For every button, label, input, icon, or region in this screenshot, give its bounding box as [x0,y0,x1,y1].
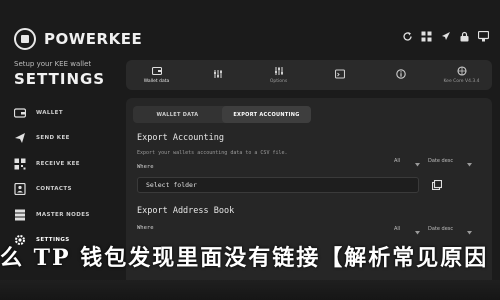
chevron-down-icon [415,152,420,171]
filter-value: All [394,158,401,164]
address-sort-dropdown[interactable]: Date desc [428,224,472,234]
master-nodes-icon [14,209,26,221]
wallet-icon [14,107,26,119]
sidebar-item-label: CONTACTS [36,186,72,193]
sidebar-item-send-kee[interactable]: SEND KEE [14,126,104,152]
select-folder-text: Select folder [146,181,197,189]
sidebar-item-master-nodes[interactable]: MASTER NODES [14,202,104,228]
lock-icon[interactable] [458,30,471,43]
tab-label: Options [269,79,288,84]
sidebar-item-label: MASTER NODES [36,211,90,218]
export-accounting-title: Export Accounting [137,133,224,143]
network-icon[interactable] [477,30,490,43]
grid-icon[interactable] [420,30,433,43]
core-icon [456,66,467,76]
sidebar-item-label: SEND KEE [36,135,70,142]
address-filter-dropdown[interactable]: All [394,224,420,234]
tab-wallet-data[interactable]: Wallet data [126,60,187,90]
filter-value: All [394,226,401,232]
sidebar-nav: WALLET SEND KEE RECEIVE KEE CONTACTS MAS… [14,100,104,253]
sort-value: Date desc [428,158,454,164]
rocket-icon[interactable] [439,30,452,43]
options-icon [274,66,284,76]
tab-label: Kee Core V4.3.4 [443,79,480,84]
folder-open-icon[interactable] [431,179,443,191]
refresh-icon[interactable] [401,30,414,43]
tab-core[interactable]: Kee Core V4.3.4 [431,60,492,90]
sidebar-item-contacts[interactable]: CONTACTS [14,177,104,203]
contacts-icon [14,183,26,196]
overlay-caption: 么 TP 钱包发现里面没有链接【解析常见原因 [0,245,489,271]
export-address-book-title: Export Address Book [137,206,235,216]
wallet-data-icon [151,66,162,76]
sidebar-item-wallet[interactable]: WALLET [14,100,104,126]
send-icon [14,132,26,144]
window-controls [401,30,490,43]
where-label: Where [137,225,154,231]
page-title: SETTINGS [14,70,106,88]
tab-display[interactable] [187,60,248,90]
tab-options[interactable]: Options [248,60,309,90]
brand-logo: POWERKEE [14,28,142,50]
powerkee-logo-icon [14,28,36,50]
info-icon [395,68,406,79]
subtab-export-accounting[interactable]: EXPORT ACCOUNTING [222,106,311,123]
where-label: Where [137,164,154,170]
sidebar-item-receive-kee[interactable]: RECEIVE KEE [14,151,104,177]
chevron-down-icon [467,152,472,171]
export-accounting-description: Export your wallets accounting data to a… [137,150,288,156]
debug-icon [334,68,345,79]
tab-debug[interactable] [309,60,370,90]
options-icon [213,69,223,79]
settings-tab-bar: Wallet data Options Kee Core V4.3.4 [126,60,492,90]
tab-info[interactable] [370,60,431,90]
sidebar-item-label: RECEIVE KEE [36,160,80,167]
bottom-strip [0,280,500,300]
sort-dropdown[interactable]: Date desc [428,156,472,166]
brand-name: POWERKEE [44,30,143,48]
sidebar-item-label: WALLET [36,109,63,116]
settings-subtabs: WALLET DATA EXPORT ACCOUNTING [133,106,311,123]
receive-icon [14,158,26,170]
select-folder-input[interactable]: Select folder [137,177,419,193]
brand-tagline: Setup your KEE wallet [14,60,92,68]
filter-dropdown[interactable]: All [394,156,420,166]
subtab-wallet-data[interactable]: WALLET DATA [133,106,222,123]
tab-label: Wallet data [143,79,170,84]
sort-value: Date desc [428,226,454,232]
